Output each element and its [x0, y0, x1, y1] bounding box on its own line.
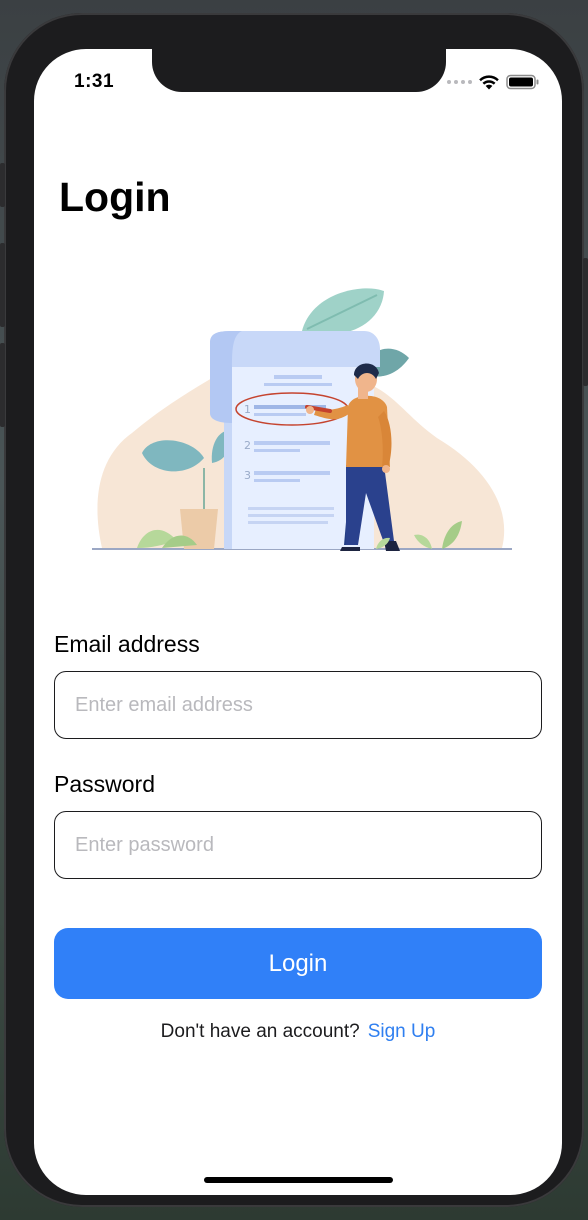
signal-dots-icon — [447, 80, 472, 84]
signup-link[interactable]: Sign Up — [368, 1021, 436, 1042]
mute-switch — [0, 163, 5, 207]
email-label: Email address — [54, 631, 200, 657]
checklist-person-illustration: 1 2 3 — [92, 288, 512, 551]
login-button[interactable]: Login — [54, 928, 542, 999]
camera-notch — [152, 49, 446, 92]
email-field[interactable] — [54, 671, 542, 739]
app-screen: 1:31 Login 1 2 3 Email address Enter ema… — [34, 49, 562, 1195]
volume-up-button — [0, 243, 5, 327]
signup-prompt-text: Don't have an account? — [160, 1021, 360, 1042]
svg-text:2: 2 — [244, 439, 251, 452]
home-indicator[interactable] — [204, 1177, 393, 1183]
svg-text:1: 1 — [244, 403, 251, 416]
password-label: Password — [54, 771, 155, 797]
volume-down-button — [0, 343, 5, 427]
phone-frame: 1:31 Login 1 2 3 Email address Enter ema… — [0, 13, 588, 1207]
svg-text:3: 3 — [244, 469, 251, 482]
password-field[interactable] — [54, 811, 542, 879]
status-time: 1:31 — [74, 71, 115, 92]
battery-icon — [506, 74, 539, 90]
page-title: Login — [59, 174, 171, 220]
power-button — [583, 258, 588, 386]
status-icons — [447, 73, 540, 91]
wifi-icon — [479, 75, 499, 90]
signup-prompt-row: Don't have an account? Sign Up — [34, 1021, 562, 1043]
